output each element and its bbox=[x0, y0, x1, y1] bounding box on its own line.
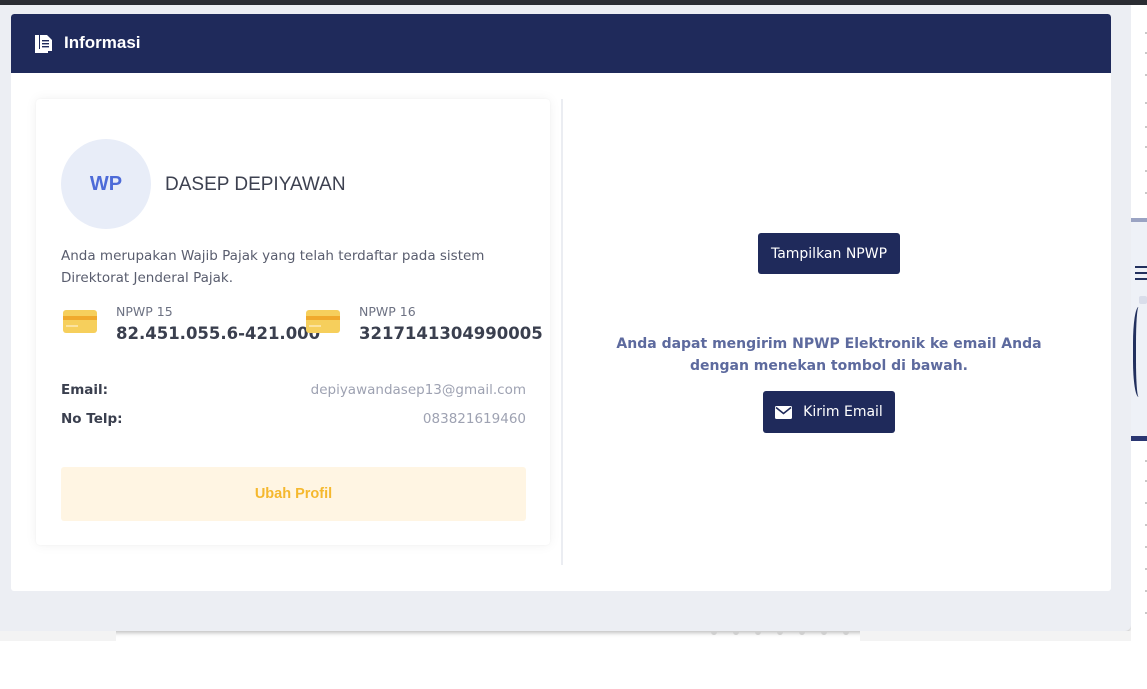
background-page-strip bbox=[0, 631, 1147, 643]
npwp16-value: 3217141304990005 bbox=[359, 324, 543, 343]
card-title: Informasi bbox=[64, 33, 141, 52]
strip-segment bbox=[860, 631, 1131, 641]
pager-dot bbox=[733, 631, 739, 635]
registration-description: Anda merupakan Wajib Pajak yang telah te… bbox=[61, 248, 485, 286]
email-instruction-text: Anda dapat mengirim NPWP Elektronik ke e… bbox=[616, 336, 1042, 374]
pager-dot bbox=[755, 631, 761, 635]
phone-label: No Telp: bbox=[61, 411, 123, 427]
strip-segment bbox=[0, 631, 116, 641]
edge-banner-line bbox=[1135, 278, 1147, 280]
profile-panel: WP DASEP DEPIYAWAN Anda merupakan Wajib … bbox=[36, 99, 550, 545]
show-npwp-button[interactable]: Tampilkan NPWP bbox=[758, 233, 900, 274]
credit-card-icon bbox=[306, 310, 340, 333]
edit-profile-button[interactable]: Ubah Profil bbox=[61, 467, 526, 521]
send-email-label: Kirim Email bbox=[803, 404, 883, 420]
background-page-edge bbox=[1131, 5, 1147, 641]
npwp15-label: NPWP 15 bbox=[116, 304, 173, 319]
email-label: Email: bbox=[61, 382, 109, 398]
show-npwp-label: Tampilkan NPWP bbox=[770, 245, 888, 262]
email-value: depiyawandasep13@gmail.com bbox=[310, 382, 526, 398]
document-copy-icon bbox=[35, 35, 52, 53]
edge-banner-line bbox=[1135, 266, 1147, 268]
panel-divider bbox=[561, 99, 563, 565]
pager-dot bbox=[711, 631, 717, 635]
edge-banner-base bbox=[1131, 436, 1147, 441]
pager-dot bbox=[843, 631, 849, 635]
card-header: Informasi bbox=[11, 14, 1111, 73]
edge-banner-curve bbox=[1133, 307, 1147, 397]
envelope-icon bbox=[775, 405, 793, 419]
phone-value: 083821619460 bbox=[422, 411, 526, 427]
informasi-card: Informasi WP DASEP DEPIYAWAN Anda merupa… bbox=[11, 14, 1111, 591]
pager-dot bbox=[821, 631, 827, 635]
pager-dot bbox=[777, 631, 783, 635]
send-email-button[interactable]: Kirim Email bbox=[763, 391, 895, 433]
edge-banner-line bbox=[1135, 272, 1147, 274]
avatar: WP bbox=[61, 139, 151, 229]
npwp16-label: NPWP 16 bbox=[359, 304, 416, 319]
npwp15-value: 82.451.055.6-421.000 bbox=[116, 324, 321, 343]
taxpayer-name: DASEP DEPIYAWAN bbox=[165, 174, 346, 195]
edge-banner-block bbox=[1139, 296, 1147, 304]
pager-dot bbox=[799, 631, 805, 635]
credit-card-icon bbox=[63, 310, 97, 333]
edge-banner bbox=[1131, 218, 1147, 441]
